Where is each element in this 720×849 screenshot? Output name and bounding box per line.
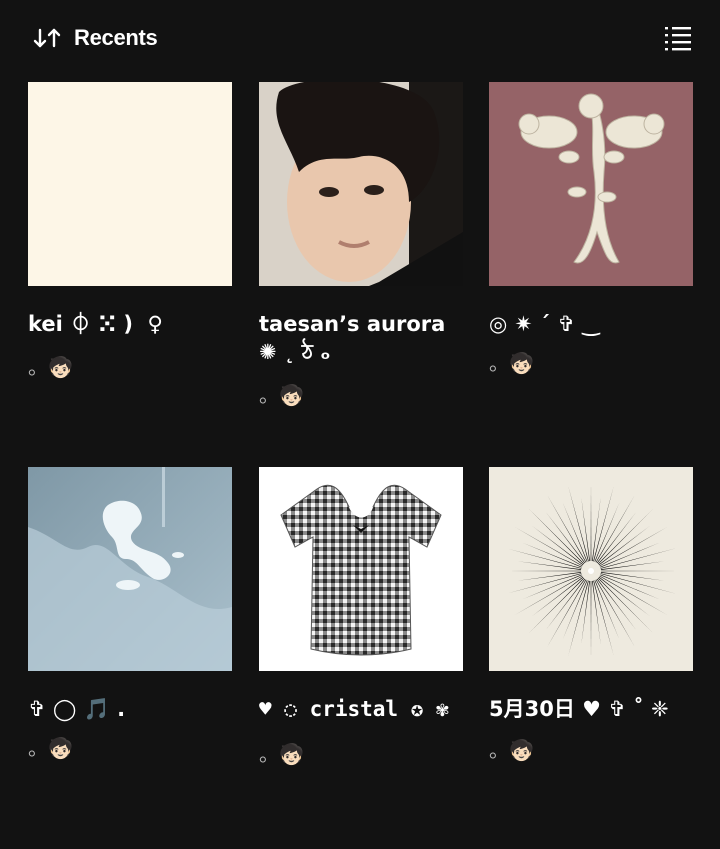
playlist-cover <box>28 467 232 671</box>
playlist-card[interactable]: ◎ ✷ ˊ ✞ ‿ 。🧒🏻 <box>489 82 693 392</box>
playlist-card[interactable]: ♥ ◌ cristal ✪ ✾ 。🧒🏻 <box>259 467 463 777</box>
playlist-title: taesan’s aurora ✺ ˛ ঠ ₒ <box>259 312 453 364</box>
playlist-subtitle: 。🧒🏻 <box>259 383 304 407</box>
playlist-subtitle: 。🧒🏻 <box>259 742 304 766</box>
playlist-cover <box>489 82 693 286</box>
playlist-title: ◎ ✷ ˊ ✞ ‿ <box>489 312 600 336</box>
playlist-cover <box>28 82 232 286</box>
playlist-grid: kei ⏀ ⵘ ) ♀ 。🧒🏻 taesan’s aurora ✺ ˛ ঠ ₒ … <box>0 0 720 849</box>
playlist-cover <box>259 467 463 671</box>
playlist-card[interactable]: ✞ ◯ 🎵 . 。🧒🏻 <box>28 467 232 777</box>
playlist-subtitle: 。🧒🏻 <box>28 736 73 760</box>
playlist-card[interactable]: kei ⏀ ⵘ ) ♀ 。🧒🏻 <box>28 82 232 392</box>
playlist-cover <box>259 82 463 286</box>
playlist-cover <box>489 467 693 671</box>
playlist-title: ♥ ◌ cristal ✪ ✾ <box>259 697 449 721</box>
playlist-title: kei ⏀ ⵘ ) ♀ <box>28 312 163 336</box>
playlist-card[interactable]: 5月30日 ♥ ✞ ˚ ❈ 。🧒🏻 <box>489 467 693 777</box>
playlist-title: 5月30日 ♥ ✞ ˚ ❈ <box>489 697 669 721</box>
playlist-subtitle: 。🧒🏻 <box>28 355 73 379</box>
playlist-card[interactable]: taesan’s aurora ✺ ˛ ঠ ₒ 。🧒🏻 <box>259 82 463 422</box>
playlist-subtitle: 。🧒🏻 <box>489 351 534 375</box>
playlist-title: ✞ ◯ 🎵 . <box>28 697 126 721</box>
playlist-subtitle: 。🧒🏻 <box>489 738 534 762</box>
